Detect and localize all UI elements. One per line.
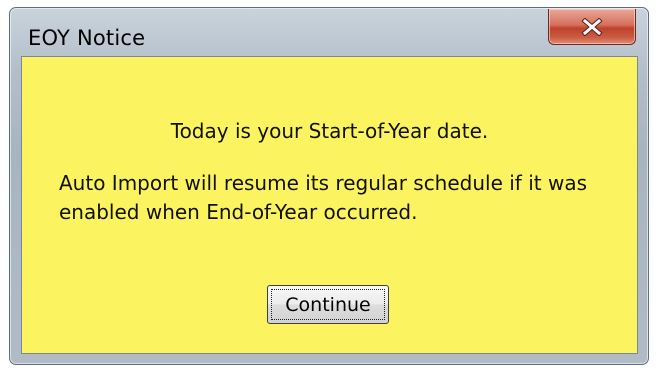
close-button[interactable]: [548, 9, 636, 45]
dialog-title: EOY Notice: [28, 26, 146, 50]
eoy-notice-dialog: EOY Notice Today is your Start-of-Year d…: [9, 7, 649, 365]
message-line-2: Auto Import will resume its regular sche…: [59, 171, 587, 224]
message-line-1: Today is your Start-of-Year date.: [170, 119, 489, 143]
continue-button[interactable]: Continue: [267, 285, 389, 324]
dialog-content: Today is your Start-of-Year date. Auto I…: [21, 56, 638, 354]
close-x-icon: [581, 17, 603, 36]
continue-button-label: Continue: [271, 289, 385, 320]
